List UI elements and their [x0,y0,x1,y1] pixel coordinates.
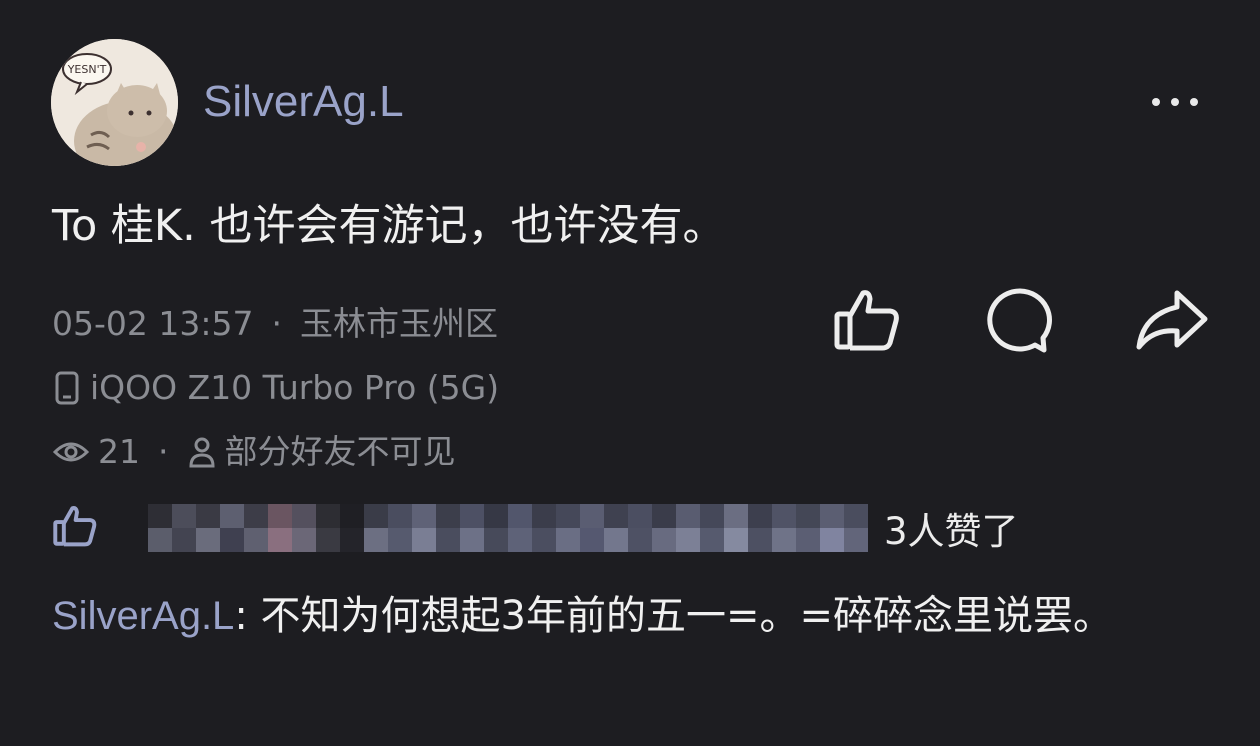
post-card: YESN'T SilverAg.L To 桂K. 也许会有游记，也许没有。 05… [0,0,1260,746]
comment-colon: : [234,593,261,639]
mosaic-row [148,504,868,528]
phone-icon [52,370,82,406]
view-count: 21 [98,432,140,471]
post-location[interactable]: 玉林市玉州区 [300,302,498,346]
comment-bubble-icon [985,287,1055,357]
avatar-caption-text: YESN'T [67,63,107,76]
avatar[interactable]: YESN'T [51,39,178,166]
meta-separator: · [158,432,169,471]
thumbs-up-icon [832,287,902,357]
more-dots-icon [1152,98,1160,106]
likes-count-text: 3人赞了 [884,510,1019,553]
visibility-label[interactable]: 部分好友不可见 [225,430,456,474]
comment-author[interactable]: SilverAg.L [52,594,234,638]
meta-separator: · [271,304,282,343]
mosaic-row [148,528,868,552]
thumbs-up-icon [52,504,98,552]
post-device: iQOO Z10 Turbo Pro (5G) [52,366,499,410]
likes-row: 3人赞了 [52,498,1019,558]
like-button[interactable] [829,286,905,358]
person-icon [187,435,217,469]
comment-text: 不知为何想起3年前的五一=。=碎碎念里说罢。 [260,593,1113,639]
post-views-visibility: 21 · 部分好友不可见 [52,430,456,474]
post-text: To 桂K. 也许会有游记，也许没有。 [52,201,726,251]
more-dot [1190,98,1198,106]
username[interactable]: SilverAg.L [203,72,404,132]
more-options-button[interactable] [1140,86,1210,118]
share-button[interactable] [1134,286,1210,358]
more-dot [1171,98,1179,106]
liker-names-blurred[interactable] [98,504,868,552]
post-time: 05-02 13:57 [52,304,254,343]
eye-icon [52,437,90,467]
post-time-location: 05-02 13:57 · 玉林市玉州区 [52,302,498,346]
device-name: iQOO Z10 Turbo Pro (5G) [90,368,500,407]
comment-button[interactable] [982,286,1058,358]
share-arrow-icon [1135,287,1209,357]
comment-item[interactable]: SilverAg.L: 不知为何想起3年前的五一=。=碎碎念里说罢。 [52,588,1222,645]
